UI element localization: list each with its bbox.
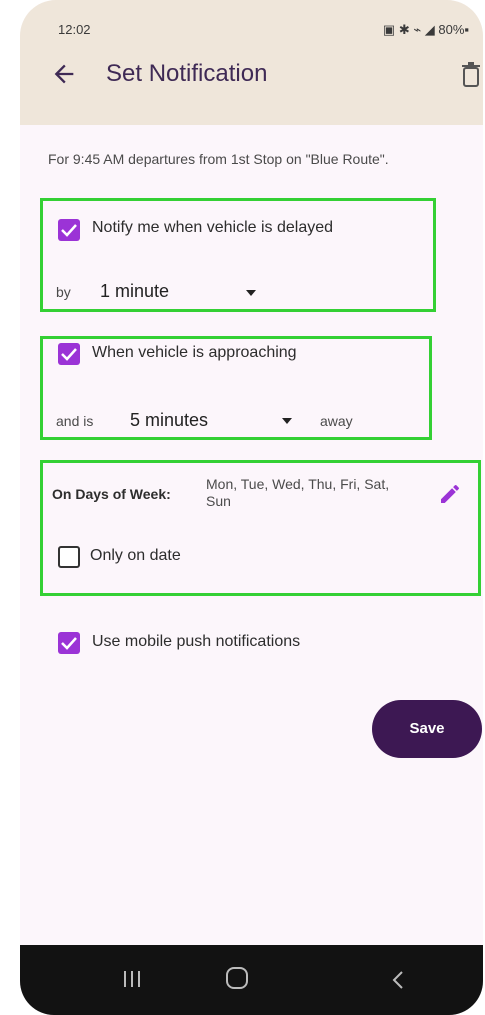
system-nav-bar — [20, 945, 483, 1015]
save-button[interactable]: Save — [372, 700, 482, 758]
approach-prefix-label: and is — [56, 413, 94, 429]
recent-apps-icon[interactable] — [120, 969, 144, 989]
check-icon — [61, 348, 77, 361]
chevron-down-icon[interactable] — [282, 418, 292, 424]
approach-checkbox[interactable] — [58, 343, 80, 365]
check-icon — [61, 637, 77, 650]
approach-suffix-label: away — [320, 413, 353, 429]
delay-by-label: by — [56, 284, 71, 300]
title-bar: Set Notification — [20, 58, 483, 98]
only-on-date-checkbox[interactable] — [58, 546, 80, 568]
status-icons: ▣ ✱ ⌁ ◢ 80%▪ — [382, 22, 469, 37]
arrow-back-icon[interactable] — [50, 60, 78, 88]
page-title: Set Notification — [106, 60, 268, 87]
days-of-week-value: Mon, Tue, Wed, Thu, Fri, Sat, Sun — [206, 476, 390, 509]
phone-screen: 12:02 ▣ ✱ ⌁ ◢ 80%▪ Set Notification For … — [20, 0, 483, 1015]
back-nav-icon[interactable] — [390, 969, 406, 991]
only-on-date-label: Only on date — [90, 547, 181, 564]
push-notifications-label: Use mobile push notifications — [92, 633, 301, 650]
push-notifications-checkbox[interactable] — [58, 632, 80, 654]
pencil-icon[interactable] — [438, 482, 462, 506]
trash-icon[interactable] — [461, 62, 481, 88]
approach-dropdown[interactable]: 5 minutes — [130, 410, 208, 431]
status-bar: 12:02 ▣ ✱ ⌁ ◢ 80%▪ — [58, 22, 469, 42]
home-icon[interactable] — [226, 967, 248, 989]
delay-checkbox[interactable] — [58, 219, 80, 241]
approach-checkbox-label: When vehicle is approaching — [92, 344, 297, 361]
departure-description: For 9:45 AM departures from 1st Stop on … — [48, 151, 389, 167]
status-time: 12:02 — [58, 22, 91, 37]
app-bar: 12:02 ▣ ✱ ⌁ ◢ 80%▪ Set Notification — [20, 0, 483, 125]
chevron-down-icon[interactable] — [246, 290, 256, 296]
check-icon — [61, 224, 77, 237]
days-of-week-label: On Days of Week: — [52, 486, 171, 502]
delay-checkbox-label: Notify me when vehicle is delayed — [92, 219, 334, 236]
delay-dropdown[interactable]: 1 minute — [100, 281, 169, 302]
